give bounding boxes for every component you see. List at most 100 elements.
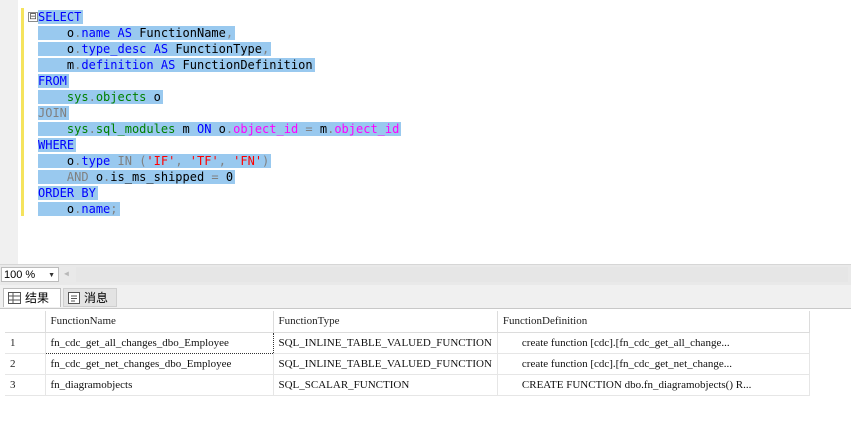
scroll-left-icon[interactable]: ◀ — [64, 269, 69, 278]
selected-text: JOIN — [38, 106, 69, 120]
code-token: type_desc — [81, 42, 147, 56]
selected-text: ORDER BY — [38, 186, 98, 200]
code-line[interactable]: o.name; — [38, 201, 401, 217]
code-token: sql_modules — [95, 122, 176, 136]
cell-functionname[interactable]: fn_diagramobjects — [45, 374, 274, 396]
grid-icon — [8, 292, 21, 304]
table-row[interactable]: 3 fn_diagramobjects SQL_SCALAR_FUNCTION … — [5, 374, 810, 396]
chevron-down-icon: ▼ — [48, 272, 55, 279]
code-token: 'TF' — [189, 154, 219, 168]
code-token: 'IF' — [146, 154, 176, 168]
editor-status-bar: 100 % ▼ ◀ — [0, 264, 851, 285]
table-row[interactable]: 2 fn_cdc_get_net_changes_dbo_Employee SQ… — [5, 353, 810, 375]
table-row[interactable]: 1 fn_cdc_get_all_changes_dbo_Employee SQ… — [5, 331, 810, 354]
row-number[interactable]: 1 — [5, 332, 46, 354]
code-token: sys — [66, 90, 89, 104]
selected-text: sys.sql_modules m ON o.object_id = m.obj… — [38, 122, 402, 136]
sql-editor[interactable]: ⊟ SELECT o.name AS FunctionName, o.type_… — [0, 0, 851, 264]
code-area[interactable]: SELECT o.name AS FunctionName, o.type_de… — [38, 9, 402, 217]
selected-text: o.type IN ('IF', 'TF', 'FN') — [38, 154, 272, 168]
code-token: . — [88, 122, 96, 136]
zoom-value: 100 % — [4, 269, 36, 281]
row-number[interactable]: 2 — [5, 353, 46, 375]
code-token: type — [81, 154, 111, 168]
code-line[interactable]: SELECT — [38, 9, 401, 25]
code-token: , — [218, 154, 234, 168]
code-token: name — [81, 26, 111, 40]
tab-results-label: 结果 — [25, 291, 50, 305]
selected-text: AND o.is_ms_shipped = 0 — [38, 170, 236, 184]
code-token: o — [146, 90, 161, 104]
cell-functiontype[interactable]: SQL_SCALAR_FUNCTION — [273, 374, 498, 396]
code-line[interactable]: ORDER BY — [38, 185, 401, 201]
column-header-functionname[interactable]: FunctionName — [45, 311, 274, 333]
cell-functiondefinition[interactable]: create function [cdc].[fn_cdc_get_net_ch… — [497, 353, 810, 375]
code-line[interactable]: m.definition AS FunctionDefinition — [38, 57, 401, 73]
code-line[interactable]: o.type_desc AS FunctionType, — [38, 41, 401, 57]
code-token: object_id — [334, 122, 400, 136]
code-line[interactable]: FROM — [38, 73, 401, 89]
selected-text: o.name; — [38, 202, 120, 216]
tab-messages[interactable]: 消息 — [63, 288, 117, 307]
code-token: AND — [66, 170, 89, 184]
code-token: , — [175, 154, 190, 168]
code-line[interactable]: sys.sql_modules m ON o.object_id = m.obj… — [38, 121, 402, 137]
code-token: AS — [110, 26, 140, 40]
code-line[interactable]: AND o.is_ms_shipped = 0 — [38, 169, 401, 185]
column-header-functiontype[interactable]: FunctionType — [273, 311, 498, 333]
code-token: ORDER BY — [38, 186, 96, 200]
message-icon — [68, 292, 80, 304]
code-line[interactable]: WHERE — [38, 137, 401, 153]
code-token: m — [175, 122, 197, 136]
code-line[interactable]: sys.objects o — [38, 89, 401, 105]
results-grid[interactable]: FunctionName FunctionType FunctionDefini… — [0, 308, 851, 443]
horizontal-scrollbar[interactable] — [76, 267, 848, 282]
cell-functiondefinition[interactable]: CREATE FUNCTION dbo.fn_diagramobjects() … — [497, 374, 810, 396]
code-token: ON — [197, 122, 212, 136]
selected-text: SELECT — [38, 10, 84, 24]
code-token: definition — [81, 58, 154, 72]
code-token: . — [88, 90, 96, 104]
code-token: AS — [146, 42, 176, 56]
code-token: FunctionName — [139, 26, 226, 40]
cell-functionname[interactable]: fn_cdc_get_all_changes_dbo_Employee — [44, 331, 274, 354]
cell-functiontype[interactable]: SQL_INLINE_TABLE_VALUED_FUNCTION — [273, 353, 498, 375]
code-token: = — [298, 122, 320, 136]
code-token: SELECT — [38, 10, 82, 24]
editor-gutter — [0, 0, 18, 264]
cell-functionname[interactable]: fn_cdc_get_net_changes_dbo_Employee — [45, 353, 274, 375]
zoom-select[interactable]: 100 % ▼ — [1, 267, 59, 282]
code-token: 'FN' — [233, 154, 263, 168]
code-line[interactable]: o.type IN ('IF', 'TF', 'FN') — [38, 153, 401, 169]
code-token: 0 — [225, 170, 234, 184]
row-number-header[interactable] — [5, 311, 46, 333]
code-token: o — [88, 170, 104, 184]
selected-text: o.name AS FunctionName, — [38, 26, 236, 40]
row-number[interactable]: 3 — [5, 374, 46, 396]
code-token: IN — [110, 154, 140, 168]
code-token: object_id — [233, 122, 299, 136]
code-token: name — [81, 202, 111, 216]
code-token: AS — [153, 58, 183, 72]
cell-functiondefinition[interactable]: create function [cdc].[fn_cdc_get_all_ch… — [497, 332, 810, 354]
code-token: FROM — [38, 74, 67, 88]
code-line[interactable]: JOIN — [38, 105, 401, 121]
code-token: objects — [95, 90, 147, 104]
code-token: is_ms_shipped — [110, 170, 205, 184]
code-token: ) — [262, 154, 270, 168]
code-line[interactable]: o.name AS FunctionName, — [38, 25, 401, 41]
tab-results[interactable]: 结果 — [3, 288, 61, 307]
column-header-functiondefinition[interactable]: FunctionDefinition — [497, 311, 810, 333]
code-token: , — [225, 26, 234, 40]
selected-text: sys.objects o — [38, 90, 163, 104]
code-token: = — [204, 170, 226, 184]
code-token: ; — [110, 202, 118, 216]
cell-functiontype[interactable]: SQL_INLINE_TABLE_VALUED_FUNCTION — [273, 332, 498, 354]
collapse-icon[interactable]: ⊟ — [28, 12, 38, 22]
code-token: , — [262, 42, 270, 56]
